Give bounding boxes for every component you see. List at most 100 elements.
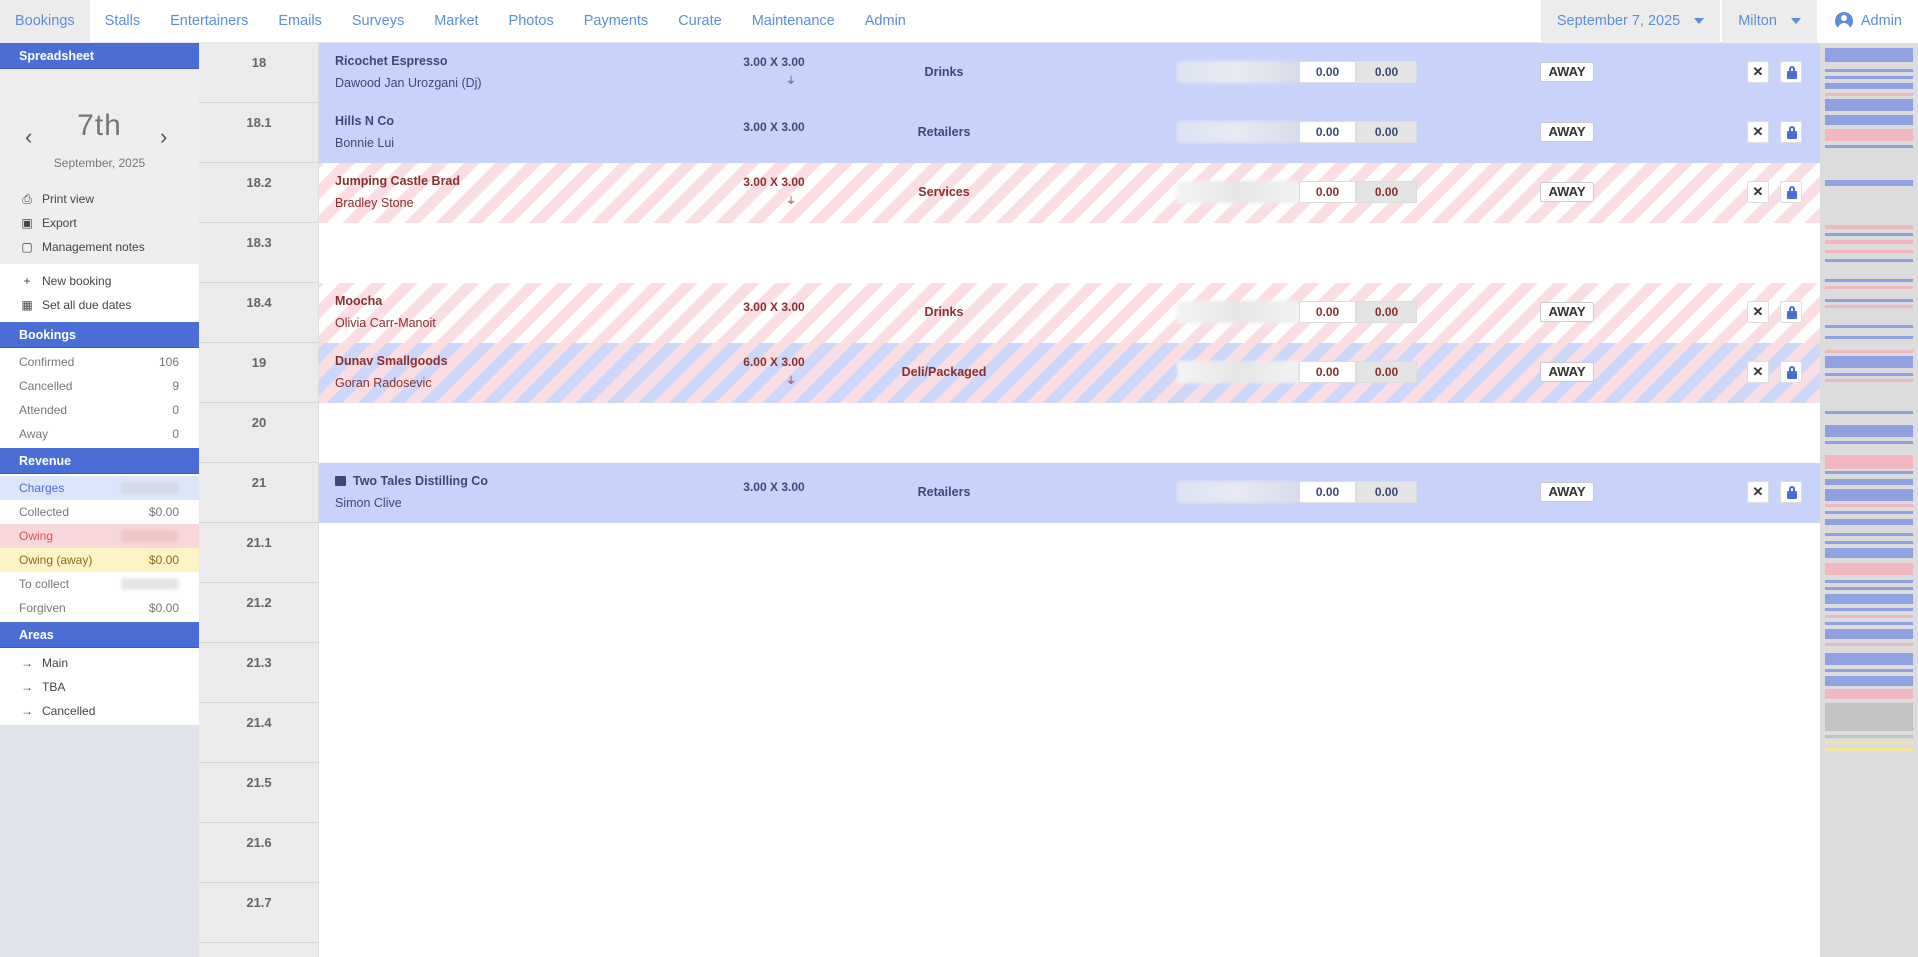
location-dropdown[interactable]: Milton [1722,0,1817,43]
revenue-forgiven[interactable]: Forgiven $0.00 [0,596,199,620]
stall-name-text: Two Tales Distilling Co [353,474,488,488]
revenue-stats: Charges Collected $0.00 Owing Owing (away… [0,474,199,622]
minimap-block [1825,373,1913,376]
nav-payments[interactable]: Payments [569,0,663,43]
booking-row[interactable]: Dunav Smallgoods Goran Radosevic 6.00 X … [319,343,1820,403]
minimap-block [1825,441,1913,444]
amount-field[interactable]: 0.00 [1299,121,1356,143]
nav-maintenance[interactable]: Maintenance [737,0,850,43]
amount-field[interactable]: 0.00 [1299,361,1356,383]
lock-icon[interactable] [1780,121,1802,143]
away-button[interactable]: AWAY [1540,122,1594,142]
site-number-column: 18 18.1 18.2 18.3 18.4 19 20 21 21.1 21.… [199,43,319,957]
close-icon[interactable]: ✕ [1747,181,1769,203]
amount-field[interactable]: 0.00 [1299,481,1356,503]
stall-name[interactable]: Hills N Co [335,114,394,128]
area-cancelled-link[interactable]: → Cancelled [0,699,199,723]
close-icon[interactable]: ✕ [1747,301,1769,323]
export-link[interactable]: ▣ Export [0,211,199,235]
nav-admin[interactable]: Admin [850,0,921,43]
sidebar-actions-2: + New booking ▦ Set all due dates [0,264,199,322]
lock-icon[interactable] [1780,481,1802,503]
area-main-link[interactable]: → Main [0,651,199,675]
arrow-right-icon: → [21,704,33,718]
sidebar-actions: ⎙ Print view ▣ Export ▢ Management notes [0,182,199,264]
revenue-label: Owing (away) [19,553,93,567]
nav-curate[interactable]: Curate [663,0,737,43]
away-button[interactable]: AWAY [1540,302,1594,322]
nav-bookings[interactable]: Bookings [0,0,90,43]
lock-icon[interactable] [1780,61,1802,83]
revenue-owing-away[interactable]: Owing (away) $0.00 [0,548,199,572]
stall-name[interactable]: Moocha [335,294,382,308]
minimap-block [1825,511,1913,514]
contact-name: Olivia Carr-Manoit [335,316,436,330]
lock-icon[interactable] [1780,181,1802,203]
amount-paid-field: 0.00 [1356,361,1417,383]
site-number: 21.5 [199,763,319,823]
away-button[interactable]: AWAY [1540,482,1594,502]
away-button[interactable]: AWAY [1540,62,1594,82]
site-number: 18.4 [199,283,319,343]
new-booking-link[interactable]: + New booking [0,269,199,293]
revenue-charges[interactable]: Charges [0,476,199,500]
nav-entertainers[interactable]: Entertainers [155,0,263,43]
away-button[interactable]: AWAY [1540,362,1594,382]
chevron-right-icon[interactable]: › [160,124,167,150]
booking-row[interactable]: Jumping Castle Brad Bradley Stone 3.00 X… [319,163,1820,223]
stall-name[interactable]: Two Tales Distilling Co [335,474,488,488]
away-button[interactable]: AWAY [1540,182,1594,202]
nav-photos[interactable]: Photos [494,0,569,43]
stall-size: 3.00 X 3.00 [743,55,805,69]
management-notes-link[interactable]: ▢ Management notes [0,235,199,259]
stall-name[interactable]: Ricochet Espresso [335,54,448,68]
set-due-dates-link[interactable]: ▦ Set all due dates [0,293,199,317]
stall-name[interactable]: Dunav Smallgoods [335,354,448,368]
stat-attended[interactable]: Attended 0 [0,398,199,422]
lock-icon[interactable] [1780,361,1802,383]
close-icon[interactable]: ✕ [1747,361,1769,383]
nav-surveys[interactable]: Surveys [337,0,419,43]
user-menu[interactable]: Admin [1816,0,1918,43]
date-dropdown[interactable]: September 7, 2025 [1540,0,1721,43]
amount-field[interactable]: 0.00 [1299,61,1356,83]
lock-icon[interactable] [1780,301,1802,323]
stat-confirmed[interactable]: Confirmed 106 [0,350,199,374]
overview-minimap[interactable] [1820,43,1918,957]
site-number: 20 [199,403,319,463]
revenue-to-collect[interactable]: To collect [0,572,199,596]
stall-category: Retailers [917,125,971,139]
stat-cancelled[interactable]: Cancelled 9 [0,374,199,398]
nav-stalls[interactable]: Stalls [90,0,155,43]
revenue-label: Owing [19,529,54,543]
nav-market[interactable]: Market [419,0,493,43]
stat-away[interactable]: Away 0 [0,422,199,446]
nav-emails[interactable]: Emails [263,0,337,43]
area-label: Main [42,656,69,670]
site-number: 18.2 [199,163,319,223]
minimap-block [1825,336,1913,339]
close-icon[interactable]: ✕ [1747,61,1769,83]
arrow-right-icon: → [21,656,33,670]
plus-icon: + [23,274,31,288]
minimap-block [1825,748,1913,751]
close-icon[interactable]: ✕ [1747,481,1769,503]
amount-field[interactable]: 0.00 [1299,181,1356,203]
minimap-block [1825,325,1913,328]
area-label: Cancelled [42,704,96,718]
stall-name[interactable]: Jumping Castle Brad [335,174,460,188]
booking-row[interactable]: Moocha Olivia Carr-Manoit 3.00 X 3.00 Dr… [319,283,1820,343]
amount-field[interactable]: 0.00 [1299,301,1356,323]
revenue-owing[interactable]: Owing [0,524,199,548]
area-tba-link[interactable]: → TBA [0,675,199,699]
minimap-block [1825,259,1913,262]
print-view-link[interactable]: ⎙ Print view [0,187,199,211]
revenue-label: Forgiven [19,601,66,615]
booking-row[interactable]: Two Tales Distilling Co Simon Clive 3.00… [319,463,1820,523]
redacted-value [121,482,179,494]
close-icon[interactable]: ✕ [1747,121,1769,143]
booking-row[interactable]: Hills N Co Bonnie Lui 3.00 X 3.00 Retail… [319,103,1820,163]
site-number: 18 [199,43,319,103]
revenue-collected[interactable]: Collected $0.00 [0,500,199,524]
booking-row[interactable]: Ricochet Espresso Dawood Jan Urozgani (D… [319,43,1820,103]
